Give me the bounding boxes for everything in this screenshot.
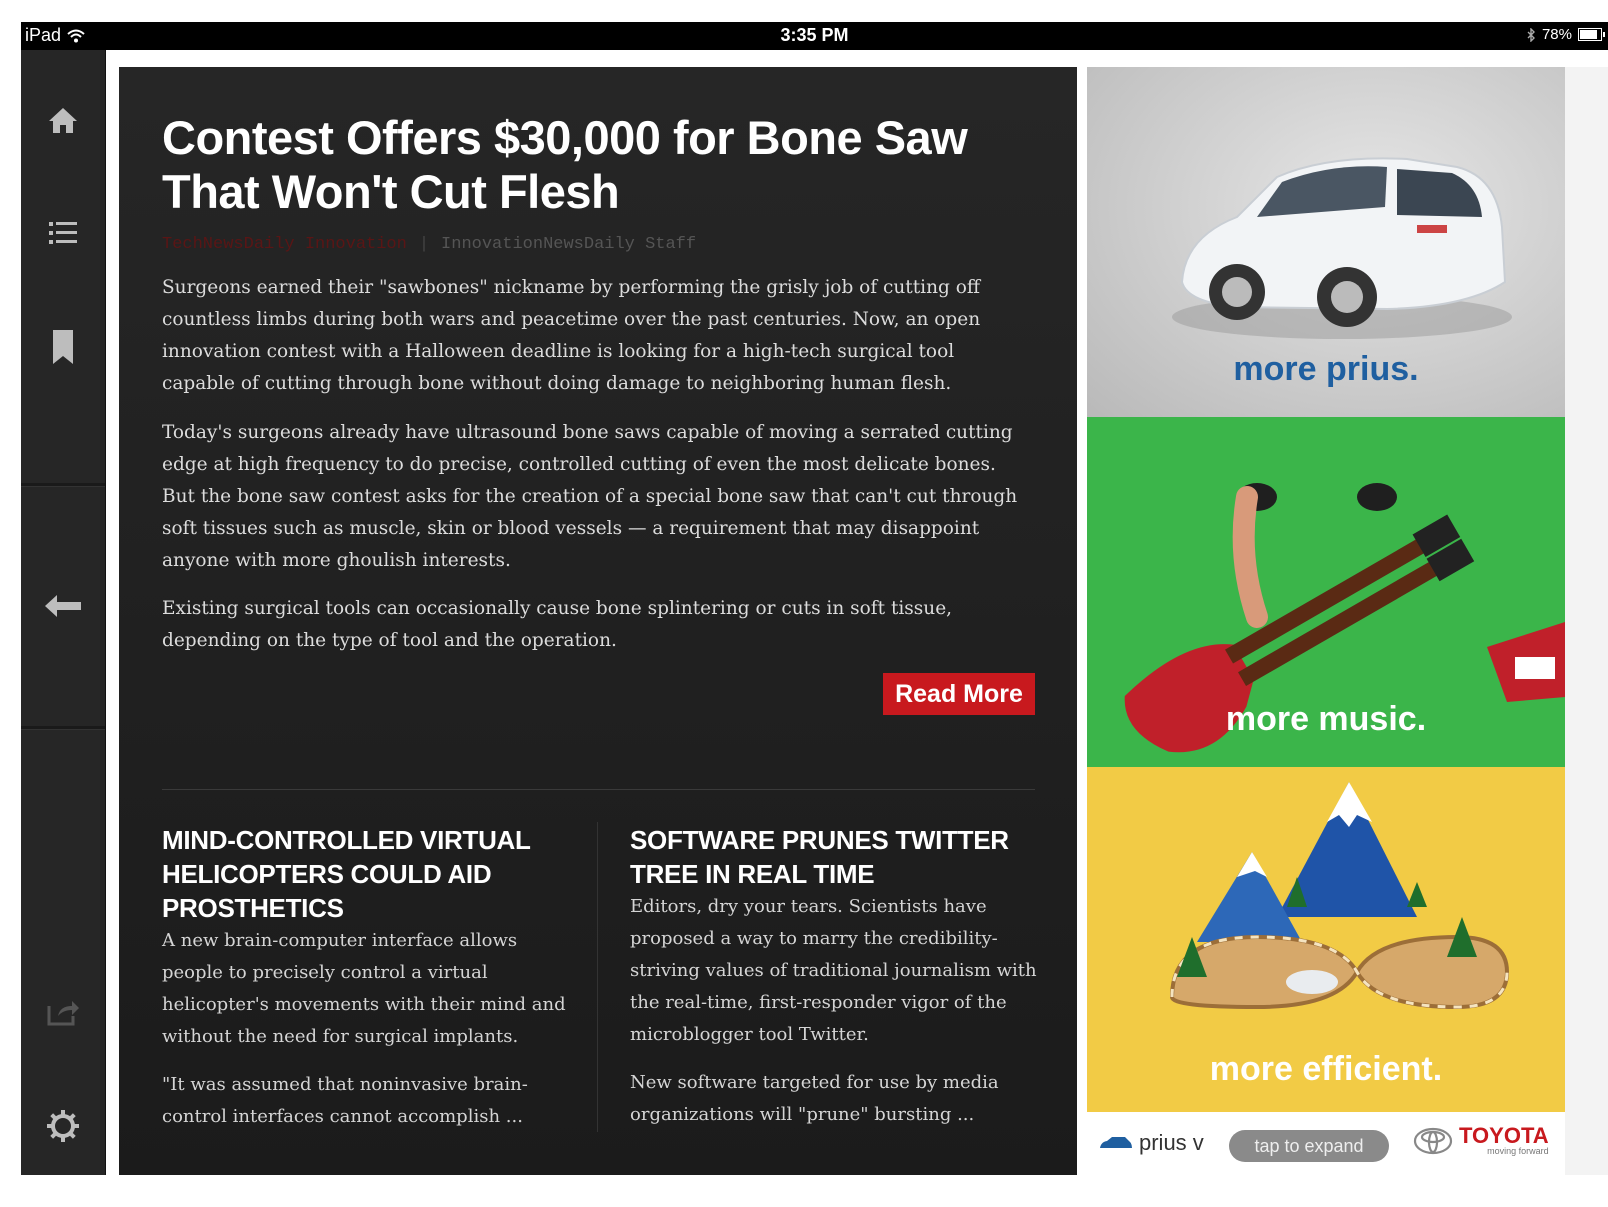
column-divider — [597, 822, 598, 1132]
article-headline[interactable]: Contest Offers $30,000 for Bone Saw That… — [162, 111, 1042, 219]
gear-icon — [47, 1110, 79, 1142]
article-author: InnovationNewsDaily Staff — [441, 235, 697, 254]
car-icon — [1100, 1137, 1132, 1148]
home-button[interactable] — [21, 90, 105, 150]
model-name: prius v — [1139, 1130, 1204, 1155]
back-arrow-icon — [45, 595, 81, 617]
status-right: 78% — [1526, 26, 1605, 43]
car-image — [1172, 157, 1512, 339]
clock: 3:35 PM — [780, 25, 849, 45]
toyota-logo: TOYOTA moving forward — [1413, 1123, 1549, 1157]
story-title[interactable]: SOFTWARE PRUNES TWITTER TREE IN REAL TIM… — [630, 823, 1040, 891]
toyota-wordmark: TOYOTA moving forward — [1459, 1123, 1549, 1157]
bookmark-icon — [53, 330, 73, 364]
story-excerpt: "It was assumed that noninvasive brain-c… — [162, 1074, 528, 1127]
bookmark-button[interactable] — [21, 317, 105, 377]
section-divider — [162, 789, 1035, 790]
sidebar-divider — [21, 483, 105, 487]
sidebar — [21, 50, 106, 1175]
story-summary: A new brain-computer interface allows pe… — [162, 930, 566, 1047]
right-edge — [1565, 67, 1608, 1175]
story-excerpt: New software targeted for use by media o… — [630, 1072, 999, 1125]
advertisement[interactable]: more prius. more music. more efficient. … — [1087, 67, 1565, 1175]
home-icon — [49, 108, 77, 133]
article-paragraph: Existing surgical tools can occasionally… — [162, 598, 953, 651]
list-button[interactable] — [21, 203, 105, 263]
ad-tagline: more efficient. — [1209, 1050, 1443, 1088]
status-bar: iPad 3:35 PM 78% — [21, 22, 1608, 50]
ad-tagline: more music. — [1225, 700, 1427, 738]
bluetooth-icon — [1527, 27, 1535, 42]
battery-icon — [1578, 28, 1605, 41]
share-icon — [47, 1001, 79, 1026]
story-title[interactable]: MIND-CONTROLLED VIRTUAL HELICOPTERS COUL… — [162, 823, 582, 925]
story-summary: Editors, dry your tears. Scientists have… — [630, 896, 1037, 1045]
ad-panel-prius[interactable]: more prius. — [1087, 67, 1565, 417]
article-paragraph: Today's surgeons already have ultrasound… — [162, 422, 1018, 571]
list-icon — [49, 222, 77, 244]
article-category[interactable]: TechNewsDaily Innovation — [162, 235, 407, 254]
article-panel: Contest Offers $30,000 for Bone Saw That… — [119, 67, 1077, 1175]
read-more-button[interactable]: Read More — [883, 673, 1035, 715]
ad-panel-music[interactable]: more music. — [1087, 417, 1565, 767]
byline-separator: | — [418, 235, 430, 254]
byline: TechNewsDaily Innovation | InnovationNewsD… — [162, 235, 696, 254]
brand-name: TOYOTA — [1459, 1123, 1549, 1148]
ad-footer: prius v tap to expand TOYOTA moving forw… — [1087, 1112, 1565, 1175]
related-story[interactable]: SOFTWARE PRUNES TWITTER TREE IN REAL TIM… — [630, 823, 1040, 1131]
settings-button[interactable] — [21, 1096, 105, 1156]
share-button[interactable] — [21, 982, 105, 1042]
article-paragraph: Surgeons earned their "sawbones" nicknam… — [162, 277, 981, 394]
model-logo: prius v — [1099, 1130, 1204, 1156]
ad-panel-efficient[interactable]: more efficient. — [1087, 767, 1565, 1112]
battery-percent: 78% — [1541, 26, 1572, 43]
back-button[interactable] — [21, 576, 105, 636]
tap-to-expand-button[interactable]: tap to expand — [1229, 1130, 1389, 1162]
toyota-emblem-icon — [1413, 1127, 1453, 1155]
ad-tagline: more prius. — [1233, 350, 1419, 388]
related-story[interactable]: MIND-CONTROLLED VIRTUAL HELICOPTERS COUL… — [162, 823, 582, 1133]
sidebar-divider — [21, 726, 105, 730]
